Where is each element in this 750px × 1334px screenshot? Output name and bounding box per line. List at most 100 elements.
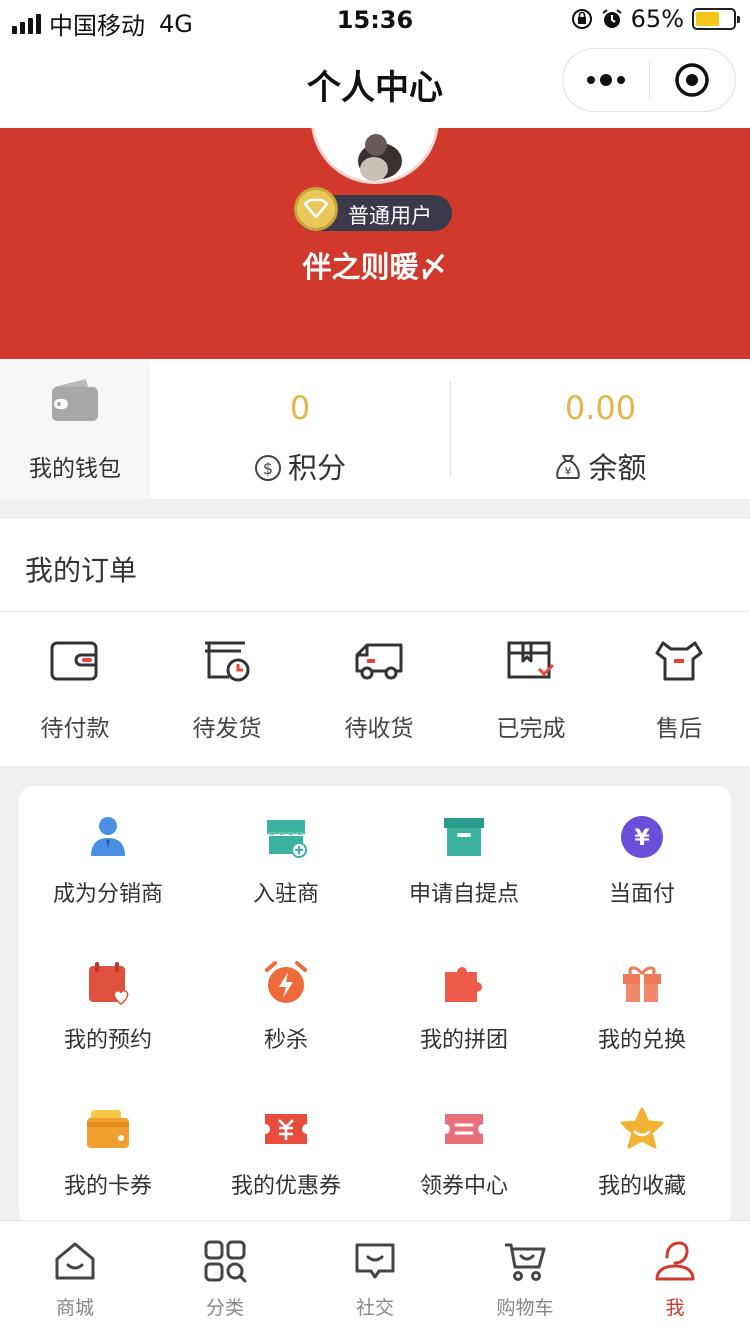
battery-fill (696, 12, 720, 26)
shop-icon (267, 820, 307, 858)
merchant-join-button[interactable]: 入驻商 (197, 786, 375, 926)
tab-label: 商城 (55, 1297, 94, 1319)
truck-icon (355, 643, 403, 680)
avatar[interactable] (311, 128, 439, 184)
home-icon (55, 1242, 95, 1280)
balance-label: 余额 (588, 451, 647, 485)
tab-label: 我 (665, 1297, 685, 1319)
tool-label: 我的拼团 (419, 1028, 508, 1053)
yen-icon: ¥ (621, 816, 663, 858)
tab-bar: 商城 分类 社交 购物车 我 (0, 1220, 750, 1334)
flash-sale-button[interactable]: 秒杀 (197, 932, 375, 1072)
tab-cart[interactable]: 购物车 (450, 1221, 600, 1334)
tool-label: 成为分销商 (52, 882, 163, 907)
order-label: 待收货 (344, 716, 414, 742)
order-label: 待付款 (40, 716, 110, 742)
alarm-bolt-icon (265, 961, 307, 1003)
person-icon (655, 1241, 695, 1281)
close-button[interactable] (650, 49, 736, 111)
puzzle-icon (445, 967, 482, 1002)
gift-icon (623, 966, 661, 1002)
balance-value: 0.00 (564, 389, 637, 427)
username: 伴之则暖〆 (302, 250, 448, 284)
tool-label: 当面付 (608, 882, 675, 907)
tab-me[interactable]: 我 (600, 1221, 750, 1334)
more-button[interactable] (563, 49, 649, 111)
tool-label: 秒杀 (263, 1028, 308, 1053)
my-exchange-button[interactable]: 我的兑换 (553, 932, 731, 1072)
more-icon (586, 74, 625, 86)
user-icon (91, 817, 125, 856)
diamond-icon (294, 187, 338, 231)
order-label: 待发货 (192, 716, 262, 742)
star-icon (620, 1107, 664, 1149)
coupon-center-button[interactable]: 领券中心 (375, 1078, 553, 1218)
my-cards-button[interactable]: 我的卡券 (19, 1078, 197, 1218)
tab-category[interactable]: 分类 (150, 1221, 300, 1334)
tool-label: 申请自提点 (408, 882, 519, 907)
calendar-heart-icon (89, 962, 129, 1005)
face-to-face-pay-button[interactable]: ¥ 当面付 (553, 786, 731, 926)
tool-label: 我的卡券 (63, 1174, 152, 1199)
points-block[interactable]: 0 $ 积分 (150, 359, 450, 499)
tool-label: 我的兑换 (597, 1028, 686, 1053)
cart-icon (505, 1243, 546, 1281)
order-pending-shipment[interactable]: 待发货 (152, 639, 302, 749)
tool-label: 领券中心 (419, 1174, 508, 1199)
chat-icon (355, 1243, 395, 1279)
services-grid: 成为分销商 入驻商 申请自提点 ¥ 当面付 我的预约 秒杀 我的拼团 我的兑换 … (19, 786, 731, 1226)
svg-text:¥: ¥ (634, 826, 650, 851)
tab-label: 购物车 (496, 1297, 554, 1319)
orientation-lock-icon (571, 9, 592, 29)
my-orders-section: 我的订单 待付款 待发货 待收货 已完成 售后 (0, 519, 750, 766)
order-label: 已完成 (496, 716, 566, 742)
archive-icon (444, 818, 484, 856)
clock-box-icon (205, 641, 250, 682)
my-group-buy-button[interactable]: 我的拼团 (375, 932, 553, 1072)
nav-bar: 个人中心 (0, 40, 750, 128)
target-icon (675, 63, 709, 97)
card-icon (87, 1110, 129, 1148)
tab-label: 社交 (355, 1297, 394, 1319)
member-level: 普通用户 (348, 204, 432, 228)
my-favorites-button[interactable]: 我的收藏 (553, 1078, 731, 1218)
dollar-icon: $ (254, 455, 281, 481)
my-coupons-button[interactable]: 我的优惠券 (197, 1078, 375, 1218)
wallet-icon (50, 641, 98, 681)
money-bag-icon: ¥ (556, 455, 581, 479)
become-distributor-button[interactable]: 成为分销商 (19, 786, 197, 926)
balance-block[interactable]: 0.00 ¥ 余额 (451, 359, 750, 499)
my-wallet-label: 我的钱包 (29, 456, 121, 482)
mini-program-capsule (562, 48, 736, 112)
points-label: 积分 (287, 451, 346, 485)
coupon-icon (265, 1114, 307, 1144)
my-reservations-button[interactable]: 我的预约 (19, 932, 197, 1072)
profile-header: 普通用户 伴之则暖〆 (0, 128, 750, 359)
wallet-summary: 我的钱包 0 $ 积分 0.00 ¥ 余额 (0, 359, 750, 499)
wallet-icon (52, 379, 98, 421)
tab-mall[interactable]: 商城 (0, 1221, 150, 1334)
order-after-sales[interactable]: 售后 (604, 639, 750, 749)
ticket-icon (445, 1114, 483, 1144)
tab-social[interactable]: 社交 (300, 1221, 450, 1334)
tool-label: 我的收藏 (597, 1174, 686, 1199)
my-wallet-button[interactable]: 我的钱包 (0, 359, 150, 499)
grid-icon (204, 1240, 247, 1283)
tool-label: 我的优惠券 (230, 1174, 341, 1199)
pickup-point-button[interactable]: 申请自提点 (375, 786, 553, 926)
battery-icon (692, 8, 740, 30)
tool-label: 我的预约 (63, 1028, 152, 1053)
svg-text:$: $ (263, 459, 273, 478)
orders-title[interactable]: 我的订单 (25, 549, 137, 589)
tshirt-icon (655, 641, 703, 681)
svg-text:¥: ¥ (565, 465, 572, 478)
order-completed[interactable]: 已完成 (456, 639, 606, 749)
box-check-icon (507, 641, 555, 679)
status-bar: 中国移动 4G 15:36 65% (0, 0, 750, 40)
order-pending-payment[interactable]: 待付款 (0, 639, 150, 749)
points-value: 0 (289, 389, 311, 427)
order-label: 售后 (656, 716, 702, 742)
battery-percent: 65% (630, 5, 684, 33)
alarm-icon (602, 9, 622, 28)
order-pending-receipt[interactable]: 待收货 (304, 639, 454, 749)
